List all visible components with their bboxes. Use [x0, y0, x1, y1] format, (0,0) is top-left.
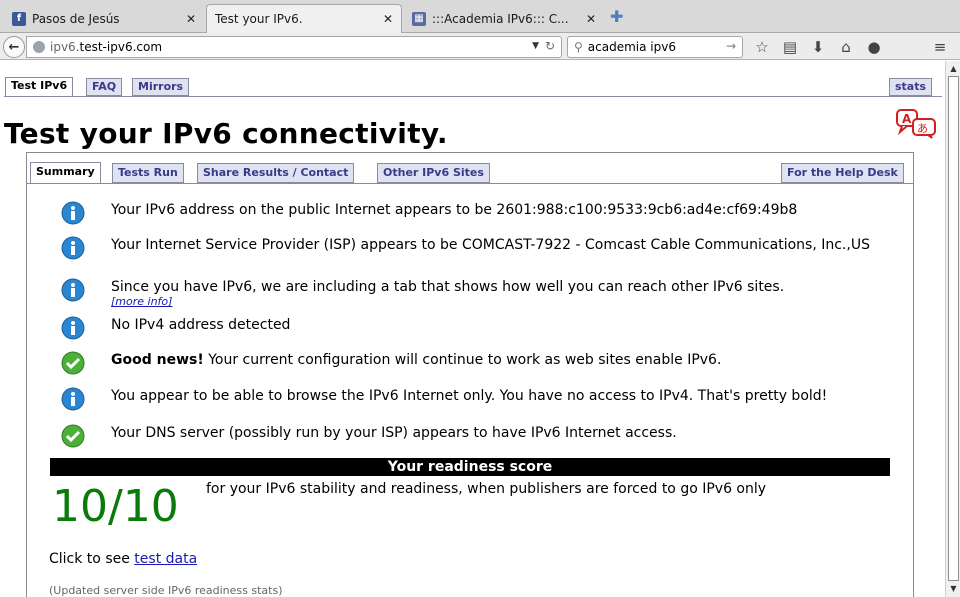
more-info-link[interactable]: [more info]: [111, 296, 901, 308]
test-data-link[interactable]: test data: [134, 551, 197, 567]
tab-divider: [4, 96, 942, 97]
new-tab-button[interactable]: ✚: [610, 7, 623, 26]
search-value: academia ipv6: [587, 40, 676, 54]
globe-icon: [33, 41, 45, 53]
scroll-up-icon[interactable]: ▲: [948, 63, 959, 75]
row-text: Your IPv6 address on the public Internet…: [111, 202, 798, 218]
readiness-score: 10/10: [52, 481, 179, 532]
info-icon: [61, 278, 85, 302]
good-news-label: Good news!: [111, 352, 204, 368]
score-description: for your IPv6 stability and readiness, w…: [206, 481, 767, 497]
tab-title: Pasos de Jesús: [32, 11, 120, 26]
bookmark-star-icon[interactable]: ☆: [752, 38, 772, 56]
go-arrow-icon[interactable]: →: [726, 39, 736, 53]
facebook-icon: f: [12, 11, 26, 26]
tab-title: Test your IPv6.: [215, 12, 303, 26]
back-button[interactable]: ←: [3, 36, 25, 58]
browser-tab-facebook[interactable]: f Pasos de Jesús ✕: [4, 4, 204, 33]
tab-help-desk[interactable]: For the Help Desk: [781, 163, 904, 183]
menu-icon[interactable]: ≡: [930, 38, 950, 56]
check-icon: [61, 351, 85, 375]
row-text: Your DNS server (possibly run by your IS…: [111, 425, 677, 441]
browser-tab-bar: f Pasos de Jesús ✕ Test your IPv6. ✕ ▦ :…: [0, 0, 960, 33]
back-arrow-icon: ←: [8, 39, 20, 55]
tab-mirrors[interactable]: Mirrors: [132, 78, 190, 96]
browser-tab-test-ipv6[interactable]: Test your IPv6. ✕: [206, 4, 402, 33]
reading-list-icon[interactable]: ▤: [780, 38, 800, 56]
info-icon: [61, 316, 85, 340]
url-domain: test-ipv6.com: [79, 40, 163, 54]
navigation-bar: ← ipv6. test-ipv6.com ▼ ↻ ⚲ academia ipv6…: [0, 33, 960, 60]
search-icon: ⚲: [574, 40, 583, 54]
tab-summary[interactable]: Summary: [30, 162, 101, 184]
tab-tests-run[interactable]: Tests Run: [112, 163, 184, 183]
dropdown-arrow-icon[interactable]: ▼: [532, 41, 539, 51]
close-icon[interactable]: ✕: [586, 12, 596, 26]
reload-icon[interactable]: ↻: [545, 39, 555, 53]
browser-tab-academia[interactable]: ▦ :::Academia IPv6::: C... ✕: [404, 4, 604, 33]
row-text-main: Since you have IPv6, we are including a …: [111, 279, 785, 295]
translate-icon[interactable]: A あ: [896, 109, 938, 139]
tab-other-ipv6-sites[interactable]: Other IPv6 Sites: [377, 163, 490, 183]
row-text: Good news! Your current configuration wi…: [111, 351, 901, 369]
row-text: Your Internet Service Provider (ISP) app…: [111, 237, 870, 253]
close-icon[interactable]: ✕: [186, 12, 196, 26]
tab-faq[interactable]: FAQ: [86, 78, 123, 96]
chat-icon[interactable]: ●: [864, 38, 884, 56]
info-icon: [61, 201, 85, 225]
readiness-header: Your readiness score: [50, 458, 890, 476]
close-icon[interactable]: ✕: [383, 12, 393, 26]
url-host: ipv6.: [50, 40, 80, 54]
info-icon: [61, 236, 85, 260]
row-text-main: Your current configuration will continue…: [203, 352, 722, 368]
row-text: No IPv4 address detected: [111, 317, 291, 333]
click-prefix: Click to see: [49, 551, 135, 567]
page-content: Test IPv6 FAQ Mirrors stats Test your IP…: [0, 61, 945, 597]
home-icon[interactable]: ⌂: [836, 38, 856, 56]
url-bar[interactable]: ipv6. test-ipv6.com ▼ ↻: [26, 36, 562, 58]
check-icon: [61, 424, 85, 448]
scrollbar-thumb[interactable]: [948, 76, 959, 581]
tab-test-ipv6[interactable]: Test IPv6: [5, 77, 74, 97]
row-text: Since you have IPv6, we are including a …: [111, 278, 901, 308]
tab-stats[interactable]: stats: [889, 78, 933, 96]
info-icon: [61, 387, 85, 411]
vertical-scrollbar[interactable]: ▲ ▼: [945, 61, 960, 597]
scroll-down-icon[interactable]: ▼: [948, 583, 959, 595]
tab-title: :::Academia IPv6::: C...: [432, 11, 569, 26]
svg-text:あ: あ: [917, 122, 928, 135]
search-bar[interactable]: ⚲ academia ipv6 →: [567, 36, 743, 58]
svg-text:A: A: [902, 112, 912, 126]
page-title: Test your IPv6 connectivity.: [4, 117, 448, 150]
tab-share-results[interactable]: Share Results / Contact: [197, 163, 355, 183]
test-data-line: Click to see test data: [49, 551, 197, 567]
updated-stats-note: (Updated server side IPv6 readiness stat…: [49, 584, 283, 597]
row-text: You appear to be able to browse the IPv6…: [111, 388, 828, 404]
download-icon[interactable]: ⬇: [808, 38, 828, 56]
subtab-divider: [26, 183, 914, 184]
site-icon: ▦: [412, 11, 426, 26]
